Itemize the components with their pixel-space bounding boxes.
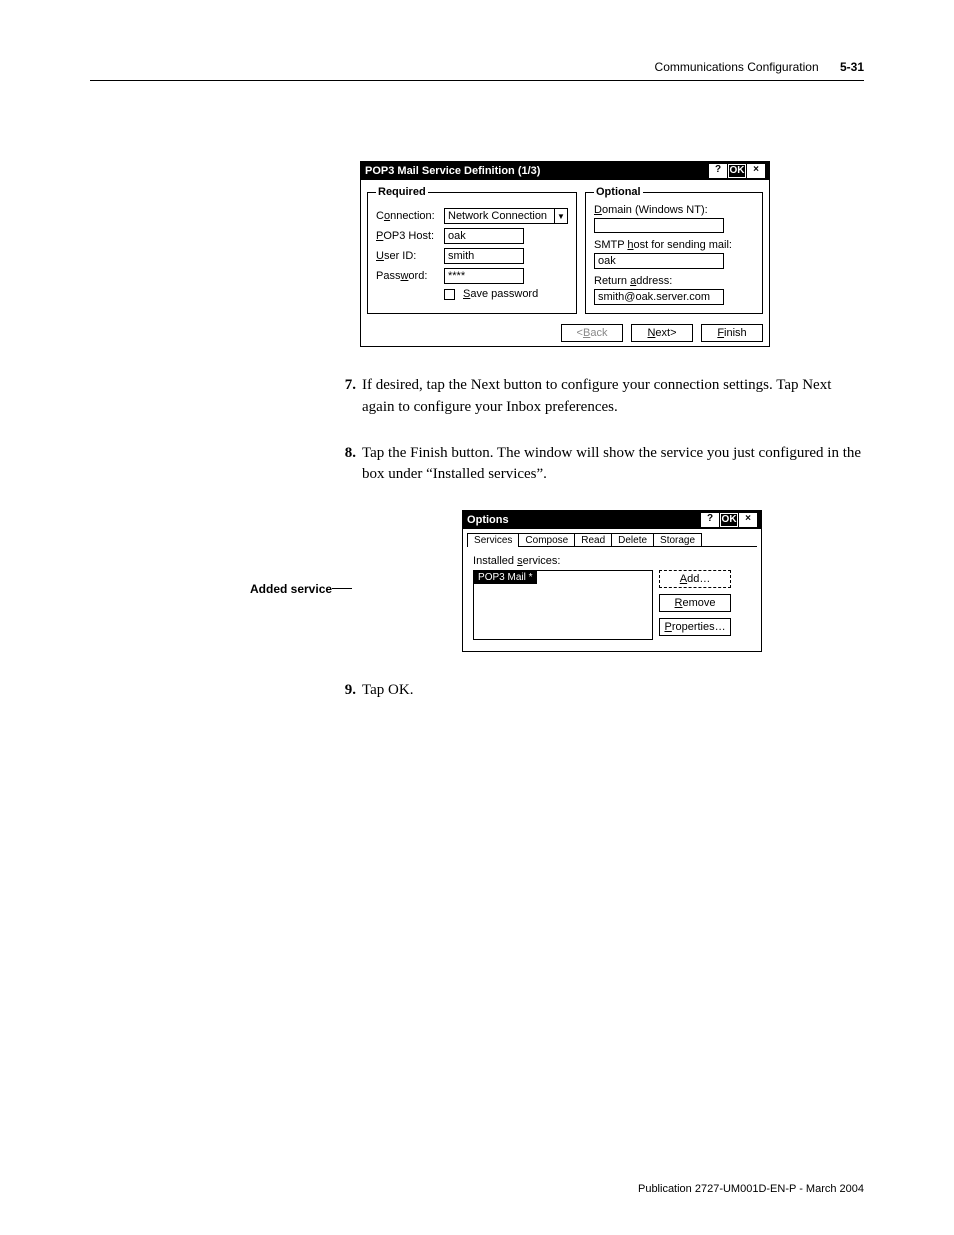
page-number: 5-31 — [840, 60, 864, 74]
callout-line — [332, 588, 352, 589]
close-button[interactable]: × — [739, 513, 757, 527]
step-number: 7. — [330, 375, 356, 419]
domain-label: Domain (Windows NT): — [594, 204, 754, 216]
step-number: 8. — [330, 443, 356, 487]
finish-button[interactable]: Finish — [701, 324, 763, 342]
options-dialog: Options ? OK × Services Compose Read Del… — [462, 510, 762, 652]
pop3-definition-dialog: POP3 Mail Service Definition (1/3) ? OK … — [360, 161, 770, 347]
domain-input[interactable] — [594, 218, 724, 233]
smtp-label: SMTP host for sending mail: — [594, 239, 754, 251]
step-number: 9. — [330, 680, 356, 702]
step-text: If desired, tap the Next button to confi… — [362, 375, 864, 419]
tab-read[interactable]: Read — [574, 533, 612, 547]
tab-delete[interactable]: Delete — [611, 533, 654, 547]
services-panel: Installed services: POP3 Mail * Add… Rem… — [467, 546, 757, 646]
back-button: <Back — [561, 324, 623, 342]
smtp-input[interactable]: oak — [594, 253, 724, 269]
page-header: Communications Configuration 5-31 — [90, 60, 864, 81]
connection-value: Network Connection — [444, 208, 554, 224]
added-service-callout: Added service — [250, 510, 332, 596]
properties-button[interactable]: Properties… — [659, 618, 731, 636]
pop3host-label: POP3 Host: — [376, 230, 440, 242]
step-9: 9. Tap OK. — [330, 680, 864, 702]
required-legend: Required — [376, 186, 428, 198]
save-password-label: Save password — [463, 288, 538, 300]
dropdown-arrow-icon: ▼ — [554, 208, 568, 224]
section-title: Communications Configuration — [655, 60, 819, 74]
next-button[interactable]: Next> — [631, 324, 693, 342]
required-fieldset: Required Connection: Network Connection … — [367, 186, 577, 314]
ok-button[interactable]: OK — [728, 164, 746, 178]
pop3host-input[interactable]: oak — [444, 228, 524, 244]
step-text: Tap the Finish button. The window will s… — [362, 443, 864, 487]
optional-legend: Optional — [594, 186, 643, 198]
publication-footer: Publication 2727-UM001D-EN-P - March 200… — [638, 1183, 864, 1195]
return-input[interactable]: smith@oak.server.com — [594, 289, 724, 305]
userid-input[interactable]: smith — [444, 248, 524, 264]
connection-select[interactable]: Network Connection ▼ — [444, 208, 568, 224]
userid-label: User ID: — [376, 250, 440, 262]
tab-services[interactable]: Services — [467, 533, 519, 547]
dialog-titlebar: POP3 Mail Service Definition (1/3) ? OK … — [361, 162, 769, 180]
dialog-titlebar: Options ? OK × — [463, 511, 761, 529]
step-8: 8. Tap the Finish button. The window wil… — [330, 443, 864, 487]
remove-button[interactable]: Remove — [659, 594, 731, 612]
tab-compose[interactable]: Compose — [518, 533, 575, 547]
close-button[interactable]: × — [747, 164, 765, 178]
list-item[interactable]: POP3 Mail * — [474, 571, 536, 584]
dialog-title: POP3 Mail Service Definition (1/3) — [365, 165, 708, 177]
step-text: Tap OK. — [362, 680, 864, 702]
help-button[interactable]: ? — [709, 164, 727, 178]
installed-services-label: Installed services: — [473, 555, 751, 567]
add-button[interactable]: Add… — [659, 570, 731, 588]
installed-services-list[interactable]: POP3 Mail * — [473, 570, 653, 640]
step-7: 7. If desired, tap the Next button to co… — [330, 375, 864, 419]
save-password-checkbox[interactable] — [444, 289, 455, 300]
connection-label: Connection: — [376, 210, 440, 222]
help-button[interactable]: ? — [701, 513, 719, 527]
password-label: Password: — [376, 270, 440, 282]
tab-bar: Services Compose Read Delete Storage — [463, 529, 761, 547]
optional-fieldset: Optional Domain (Windows NT): SMTP host … — [585, 186, 763, 314]
dialog-title: Options — [467, 514, 700, 526]
password-input[interactable]: **** — [444, 268, 524, 284]
ok-button[interactable]: OK — [720, 513, 738, 527]
return-label: Return address: — [594, 275, 754, 287]
tab-storage[interactable]: Storage — [653, 533, 702, 547]
